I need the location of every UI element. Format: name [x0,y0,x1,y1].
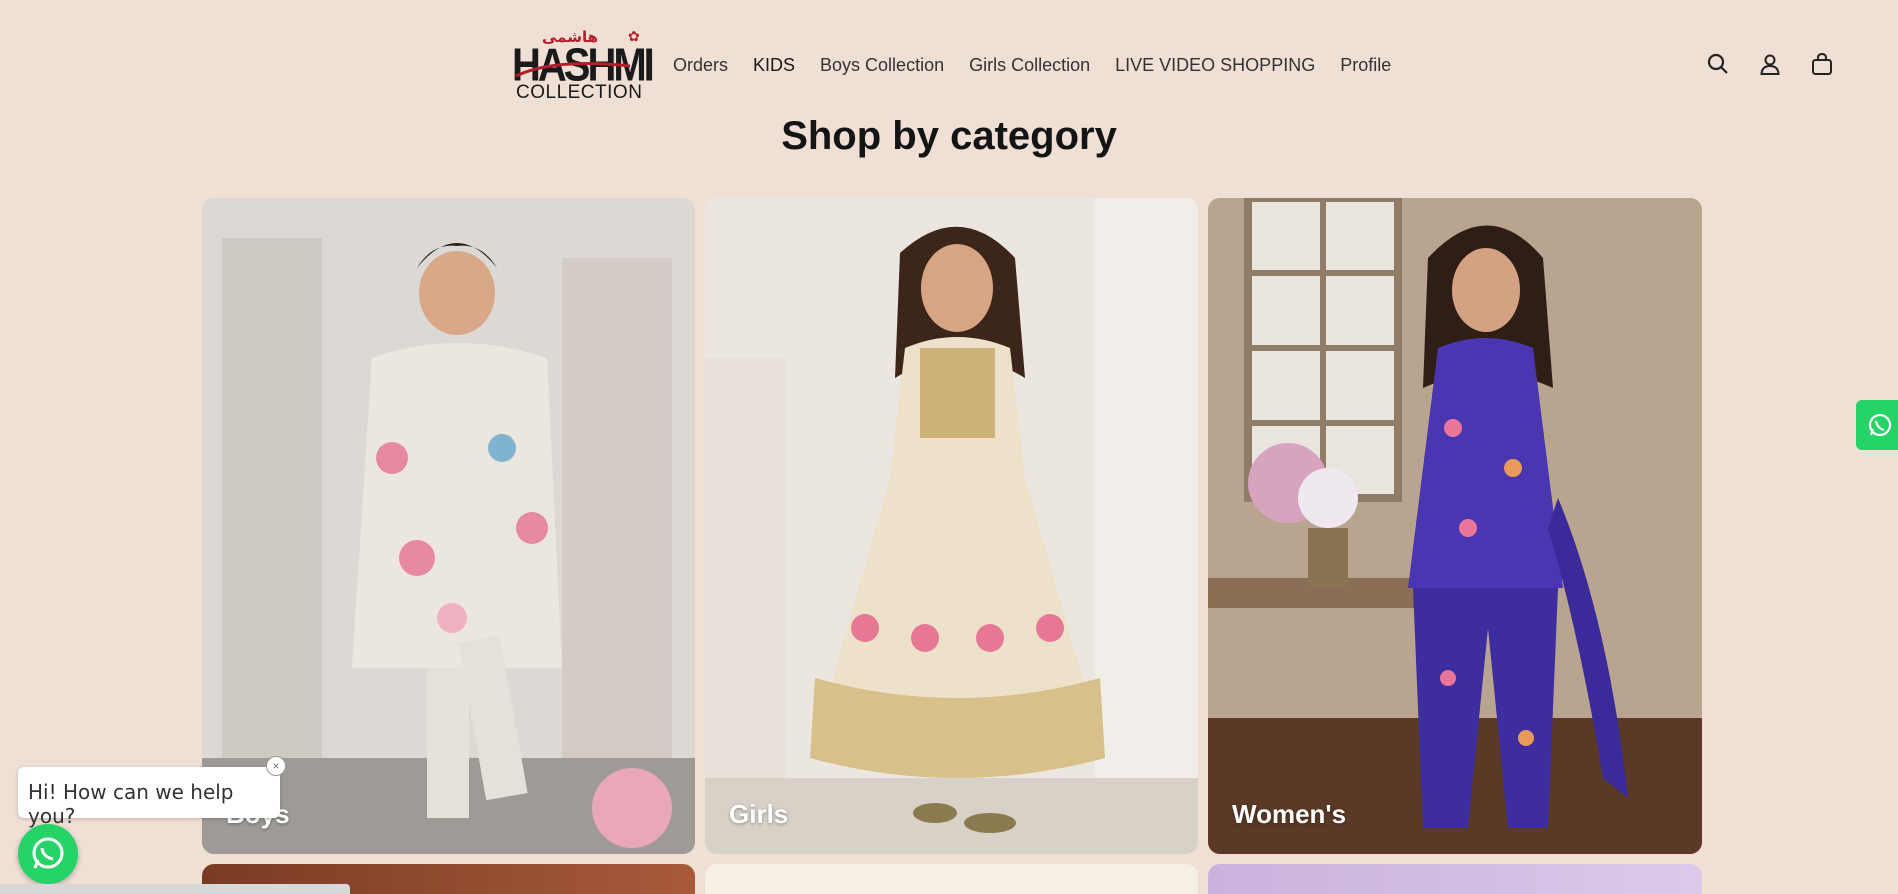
account-icon[interactable] [1758,52,1782,76]
category-card-girls[interactable]: Girls [705,198,1198,854]
cart-icon[interactable] [1810,52,1834,76]
section-title: Shop by category [781,114,1117,158]
category-card-womens[interactable]: Women's [1208,198,1702,854]
category-card[interactable] [705,864,1198,894]
nav-orders[interactable]: Orders [673,55,728,76]
womens-image [1208,198,1702,854]
whatsapp-chat-button[interactable] [18,824,78,884]
brand-logo[interactable]: هاشمی ✿ HASHMI COLLECTION [512,24,655,103]
nav-profile[interactable]: Profile [1340,55,1391,76]
category-label: Women's [1232,799,1347,829]
girls-image [705,198,1198,854]
nav-kids[interactable]: KIDS [753,55,795,76]
logo-swoosh-icon [515,62,631,78]
nav-girls-collection[interactable]: Girls Collection [969,55,1090,76]
category-label: Girls [729,799,789,829]
whatsapp-icon [1868,413,1892,437]
whatsapp-icon [32,837,64,869]
main-nav: Orders KIDS Boys Collection Girls Collec… [673,55,1416,76]
nav-boys-collection[interactable]: Boys Collection [820,55,944,76]
logo-sub-text: COLLECTION [516,82,643,103]
site-header: هاشمی ✿ HASHMI COLLECTION Orders KIDS Bo… [0,0,1898,118]
browser-status-bar [0,884,350,894]
search-icon[interactable] [1706,52,1730,76]
category-card[interactable] [1208,864,1702,894]
whatsapp-side-button[interactable] [1856,400,1898,450]
header-icons [1706,52,1834,76]
close-icon[interactable]: × [266,756,286,776]
nav-live-video-shopping[interactable]: LIVE VIDEO SHOPPING [1115,55,1315,76]
chat-greeting-bubble[interactable]: Hi! How can we help you? [18,767,280,828]
